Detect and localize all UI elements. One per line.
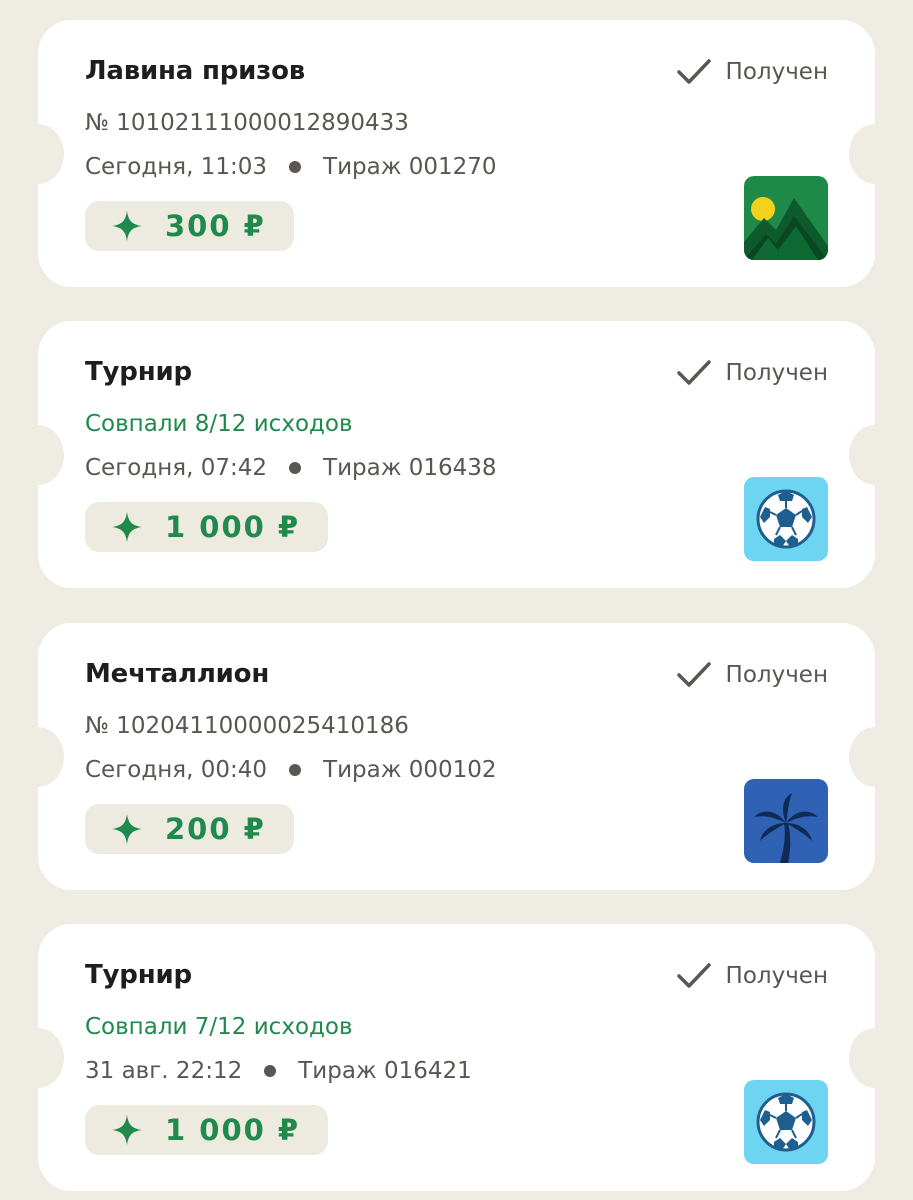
ticket-date: Сегодня, 00:40	[85, 757, 268, 783]
check-icon	[676, 59, 711, 84]
ticket-meta: 31 авг. 22:12 Тираж 016421	[85, 1058, 472, 1084]
separator-dot	[289, 161, 302, 173]
prize-amount: 300 ₽	[165, 209, 266, 243]
prize-badge: 1 000 ₽	[85, 502, 329, 552]
prize-badge: 300 ₽	[85, 201, 294, 251]
status-label: Получен	[725, 963, 828, 989]
ticket-draw: Тираж 000102	[323, 757, 497, 783]
prize-amount: 1 000 ₽	[165, 1113, 301, 1147]
ticket-number: № 10102111000012890433	[85, 110, 409, 136]
ticket-title: Мечталлион	[85, 659, 270, 689]
ticket-title: Лавина призов	[85, 56, 305, 86]
soccer-ball-icon	[744, 477, 828, 561]
mountains-sun-icon	[744, 176, 828, 260]
ticket-date: 31 авг. 22:12	[85, 1058, 243, 1084]
ticket-card[interactable]: Лавина призов Получен № 1010211100001289…	[12, 20, 901, 287]
ticket-status: Получен	[676, 58, 828, 86]
prize-amount: 1 000 ₽	[165, 510, 301, 544]
sparkle-icon	[112, 211, 142, 241]
ticket-meta: Сегодня, 00:40 Тираж 000102	[85, 757, 497, 783]
palm-tree-icon	[744, 779, 828, 863]
check-icon	[676, 360, 711, 385]
ticket-title: Турнир	[85, 357, 192, 387]
ticket-meta: Сегодня, 11:03 Тираж 001270	[85, 154, 497, 180]
ticket-date: Сегодня, 07:42	[85, 455, 268, 481]
sparkle-icon	[112, 512, 142, 542]
ticket-draw: Тираж 016421	[298, 1058, 472, 1084]
ticket-title: Турнир	[85, 960, 192, 990]
soccer-ball-icon	[744, 1080, 828, 1164]
ticket-card[interactable]: Турнир Получен Совпали 8/12 исходов Сего…	[12, 321, 901, 588]
status-label: Получен	[725, 360, 828, 386]
separator-dot	[289, 764, 302, 776]
ticket-number: № 10204110000025410186	[85, 713, 409, 739]
ticket-result: Совпали 7/12 исходов	[85, 1014, 353, 1040]
status-label: Получен	[725, 59, 828, 85]
prize-badge: 200 ₽	[85, 804, 294, 854]
ticket-status: Получен	[676, 661, 828, 689]
sparkle-icon	[112, 814, 142, 844]
ticket-meta: Сегодня, 07:42 Тираж 016438	[85, 455, 497, 481]
ticket-draw: Тираж 001270	[323, 154, 497, 180]
ticket-status: Получен	[676, 962, 828, 990]
separator-dot	[264, 1065, 277, 1077]
check-icon	[676, 963, 711, 988]
prize-amount: 200 ₽	[165, 812, 266, 846]
sparkle-icon	[112, 1115, 142, 1145]
ticket-date: Сегодня, 11:03	[85, 154, 268, 180]
status-label: Получен	[725, 662, 828, 688]
ticket-result: Совпали 8/12 исходов	[85, 411, 353, 437]
ticket-card[interactable]: Мечталлион Получен № 1020411000002541018…	[12, 623, 901, 890]
check-icon	[676, 662, 711, 687]
ticket-card[interactable]: Турнир Получен Совпали 7/12 исходов 31 а…	[12, 924, 901, 1191]
prize-badge: 1 000 ₽	[85, 1105, 329, 1155]
separator-dot	[289, 462, 302, 474]
ticket-status: Получен	[676, 359, 828, 387]
ticket-draw: Тираж 016438	[323, 455, 497, 481]
